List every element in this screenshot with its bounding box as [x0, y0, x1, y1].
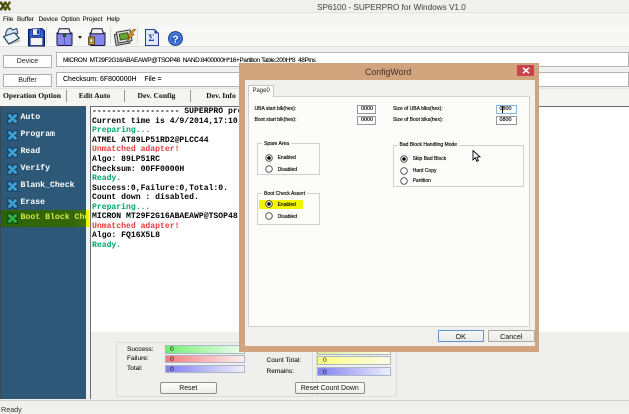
svg-text:Σ: Σ	[148, 34, 154, 44]
svg-text:?: ?	[172, 33, 178, 45]
